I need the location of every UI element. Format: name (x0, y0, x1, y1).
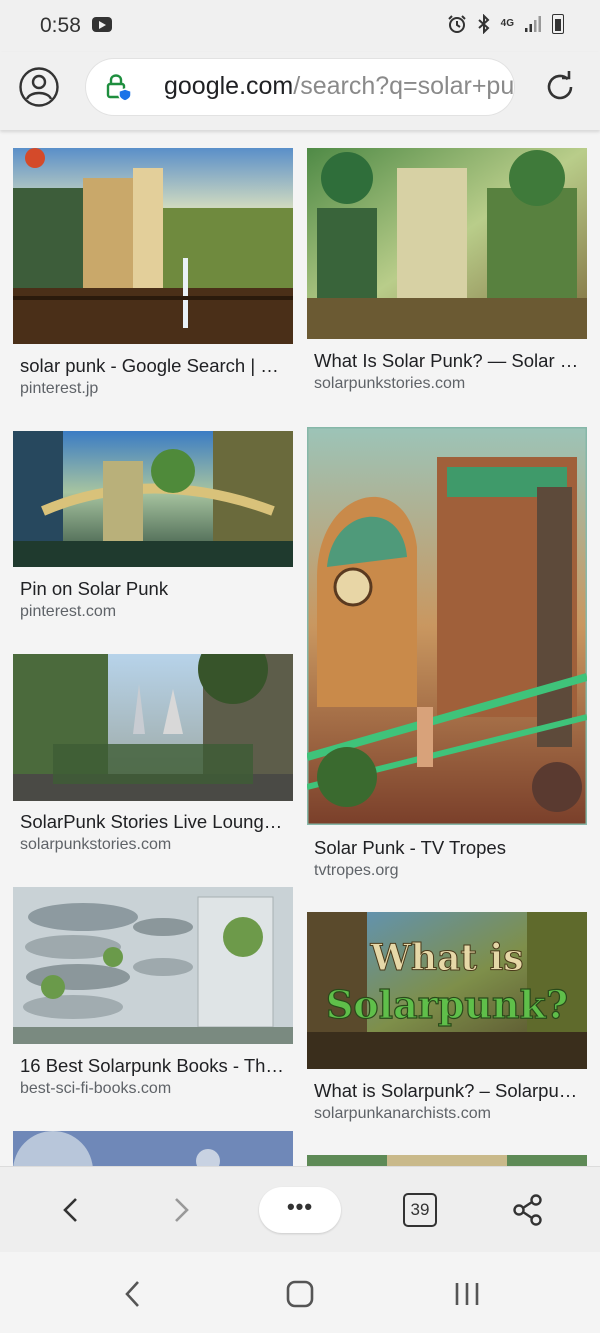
tabs-count-button[interactable]: 39 (403, 1193, 437, 1227)
overlay-text-line-2: Solarpunk? (326, 982, 568, 1027)
result-title[interactable]: 16 Best Solarpunk Books - Th… (20, 1055, 286, 1077)
result-card[interactable]: 16 Best Solarpunk Books - Th… best-sci-f… (13, 887, 293, 1102)
result-thumbnail[interactable] (13, 431, 293, 567)
result-thumbnail[interactable]: What is Solarpunk? (307, 912, 587, 1069)
result-thumbnail[interactable] (13, 887, 293, 1044)
signal-icon (525, 16, 541, 32)
result-title[interactable]: Pin on Solar Punk (20, 578, 286, 600)
result-site: tvtropes.org (314, 862, 399, 879)
share-icon[interactable] (512, 1193, 544, 1227)
status-time: 0:58 (40, 14, 81, 37)
system-recent-apps-icon[interactable] (454, 1282, 480, 1306)
result-title[interactable]: solar punk - Google Search | … (20, 355, 286, 377)
status-bar: 0:58 4G (0, 0, 600, 52)
back-arrow-icon[interactable] (58, 1196, 84, 1224)
overlay-text-line-1: What is (369, 937, 523, 979)
forward-arrow-icon[interactable] (168, 1196, 194, 1224)
network-type-label: 4G (500, 18, 514, 29)
result-site: solarpunkstories.com (20, 836, 172, 853)
result-site: pinterest.com (20, 603, 117, 620)
result-site: solarpunkanarchists.com (314, 1105, 491, 1122)
result-card[interactable]: solar punk - Google Search | … pinterest… (13, 148, 293, 408)
result-site: solarpunkstories.com (314, 375, 466, 392)
result-title[interactable]: Solar Punk - TV Tropes (314, 837, 580, 859)
account-icon[interactable] (19, 67, 59, 107)
result-card[interactable]: What Is Solar Punk? — Solar P… solarpunk… (307, 148, 587, 403)
result-thumbnail[interactable] (13, 654, 293, 801)
result-card[interactable]: SolarPunk Stories Live Loung… solarpunks… (13, 654, 293, 864)
result-thumbnail[interactable] (307, 148, 587, 339)
browser-bottom-toolbar: ••• 39 (0, 1166, 600, 1253)
url-text[interactable]: google.com/search?q=solar+punk (164, 72, 514, 101)
result-thumbnail-partial[interactable] (13, 1131, 293, 1166)
result-site: best-sci-fi-books.com (20, 1080, 172, 1097)
url-field[interactable]: google.com/search?q=solar+punk (86, 59, 514, 115)
result-thumbnail[interactable] (307, 427, 587, 825)
url-host: google.com (164, 72, 294, 100)
image-results-grid: solar punk - Google Search | … pinterest… (0, 130, 600, 1166)
reload-icon[interactable] (543, 70, 577, 104)
lock-icon[interactable] (106, 72, 132, 102)
result-title[interactable]: What Is Solar Punk? — Solar P… (314, 350, 580, 372)
system-navigation-bar (0, 1252, 600, 1333)
result-card[interactable]: Pin on Solar Punk pinterest.com (13, 431, 293, 631)
status-icons: 4G (447, 14, 564, 34)
url-path: /search?q=solar+punk (293, 72, 514, 100)
youtube-notification-icon (92, 17, 112, 32)
more-options-button[interactable]: ••• (259, 1187, 341, 1233)
result-card[interactable]: Solar Punk - TV Tropes tvtropes.org (307, 427, 587, 887)
alarm-icon (447, 15, 466, 33)
battery-icon (552, 14, 564, 34)
result-title[interactable]: What is Solarpunk? – Solarpu… (314, 1080, 580, 1102)
browser-top-bar: google.com/search?q=solar+punk (0, 52, 600, 130)
result-thumbnail-partial[interactable] (307, 1155, 587, 1166)
result-title[interactable]: SolarPunk Stories Live Loung… (20, 811, 286, 833)
bluetooth-icon (477, 14, 490, 34)
result-thumbnail[interactable] (13, 148, 293, 344)
system-home-icon[interactable] (286, 1280, 314, 1308)
result-site: pinterest.jp (20, 380, 99, 397)
result-card[interactable]: What is Solarpunk? What is Solarpunk? – … (307, 912, 587, 1127)
system-back-icon[interactable] (122, 1280, 144, 1308)
